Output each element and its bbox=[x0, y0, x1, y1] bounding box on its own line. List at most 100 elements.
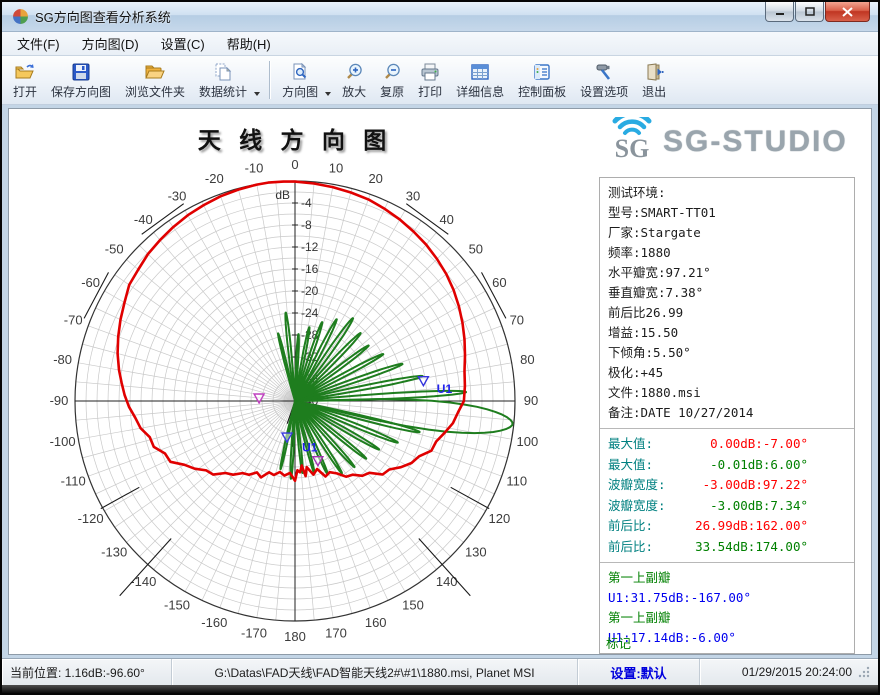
stat-row: 波瓣宽度: -3.00dB:97.22° bbox=[608, 475, 846, 496]
info-row: 增益:15.50 bbox=[608, 323, 846, 343]
svg-text:-20: -20 bbox=[301, 284, 319, 298]
save-icon bbox=[72, 61, 90, 81]
marker-label: U1 bbox=[437, 382, 453, 396]
info-row: 测试环境: bbox=[608, 183, 846, 203]
toolbar-button-details[interactable]: 详细信息 bbox=[449, 58, 511, 102]
window-title: SG方向图查看分析系统 bbox=[35, 7, 171, 26]
svg-text:30: 30 bbox=[406, 189, 420, 204]
close-button[interactable] bbox=[825, 2, 870, 22]
toolbar-label: 控制面板 bbox=[518, 83, 566, 100]
stat-label: 波瓣宽度: bbox=[608, 475, 666, 496]
info-row: 极化:+45 bbox=[608, 363, 846, 383]
stat-value: 26.99dB:162.00° bbox=[695, 516, 808, 537]
svg-text:70: 70 bbox=[510, 312, 524, 327]
svg-text:120: 120 bbox=[489, 511, 511, 526]
svg-text:10: 10 bbox=[329, 161, 343, 176]
toolbar-button-save-pattern[interactable]: 保存方向图 bbox=[44, 58, 118, 102]
toolbar: 打开 保存方向图 浏览文件夹 数据统计 方向图 bbox=[2, 56, 878, 105]
toolbar-button-options[interactable]: 设置选项 bbox=[573, 58, 635, 102]
title-bar[interactable]: SG方向图查看分析系统 bbox=[2, 2, 878, 32]
details-icon bbox=[471, 61, 489, 81]
svg-text:80: 80 bbox=[520, 352, 534, 367]
mark-label: 标记 bbox=[606, 633, 631, 652]
info-row: 文件:1880.msi bbox=[608, 383, 846, 403]
svg-text:50: 50 bbox=[469, 241, 483, 256]
svg-text:-100: -100 bbox=[50, 434, 76, 449]
svg-text:20: 20 bbox=[368, 171, 382, 186]
antenna-polar-chart[interactable]: 0102030405060708090100110120130140150160… bbox=[9, 109, 595, 654]
stat-value: -0.01dB:6.00° bbox=[710, 455, 808, 476]
options-icon bbox=[594, 61, 614, 81]
zoom-reset-icon bbox=[383, 61, 401, 81]
svg-text:-4: -4 bbox=[301, 196, 312, 210]
toolbar-button-zoom-in[interactable]: 放大 bbox=[335, 58, 373, 102]
pattern-view-dropdown-icon[interactable] bbox=[325, 92, 331, 96]
menu-file[interactable]: 文件(F) bbox=[8, 31, 69, 56]
svg-text:-150: -150 bbox=[164, 597, 190, 612]
browse-folder-icon bbox=[144, 61, 166, 81]
window-bottom-frame bbox=[2, 685, 878, 693]
svg-text:-90: -90 bbox=[50, 393, 69, 408]
stat-value: -3.00dB:7.34° bbox=[710, 496, 808, 517]
svg-text:110: 110 bbox=[506, 474, 527, 489]
print-icon bbox=[420, 61, 440, 81]
svg-text:100: 100 bbox=[517, 434, 539, 449]
svg-text:0: 0 bbox=[291, 157, 298, 172]
svg-text:-8: -8 bbox=[301, 218, 312, 232]
sidelobe-value: U1:31.75dB:-167.00° bbox=[608, 588, 846, 608]
maximize-button[interactable] bbox=[795, 2, 824, 22]
data-stats-dropdown-icon[interactable] bbox=[254, 92, 260, 96]
stat-row: 前后比: 33.54dB:174.00° bbox=[608, 537, 846, 558]
toolbar-label: 保存方向图 bbox=[51, 83, 111, 100]
exit-icon bbox=[644, 61, 664, 81]
minimize-button[interactable] bbox=[765, 2, 794, 22]
toolbar-label: 详细信息 bbox=[456, 83, 504, 100]
svg-text:-20: -20 bbox=[205, 171, 224, 186]
svg-text:SG: SG bbox=[615, 134, 650, 163]
resize-grip-icon[interactable] bbox=[858, 666, 870, 678]
toolbar-label: 数据统计 bbox=[199, 83, 247, 100]
toolbar-button-exit[interactable]: 退出 bbox=[635, 58, 673, 102]
close-icon bbox=[842, 7, 853, 17]
toolbar-button-browse-folder[interactable]: 浏览文件夹 bbox=[118, 58, 192, 102]
svg-text:90: 90 bbox=[524, 393, 538, 408]
zoom-in-icon bbox=[345, 61, 363, 81]
stat-label: 前后比: bbox=[608, 537, 653, 558]
toolbar-button-pattern-view[interactable]: 方向图 bbox=[275, 58, 325, 102]
menu-help[interactable]: 帮助(H) bbox=[218, 31, 280, 56]
stat-value: 33.54dB:174.00° bbox=[695, 537, 808, 558]
svg-text:130: 130 bbox=[465, 545, 487, 560]
svg-text:-30: -30 bbox=[168, 189, 187, 204]
toolbar-button-data-stats[interactable]: 数据统计 bbox=[192, 58, 254, 102]
toolbar-button-open[interactable]: 打开 bbox=[6, 58, 44, 102]
svg-text:-16: -16 bbox=[301, 262, 319, 276]
stat-value: -3.00dB:97.22° bbox=[703, 475, 808, 496]
pattern-view-icon bbox=[291, 61, 309, 81]
info-row: 频率:1880 bbox=[608, 243, 846, 263]
stat-label: 前后比: bbox=[608, 516, 653, 537]
menu-bar: 文件(F) 方向图(D) 设置(C) 帮助(H) bbox=[2, 32, 878, 56]
toolbar-button-reset-view[interactable]: 复原 bbox=[373, 58, 411, 102]
info-row: 水平瓣宽:97.21° bbox=[608, 263, 846, 283]
toolbar-separator bbox=[269, 61, 270, 99]
open-folder-icon bbox=[14, 61, 36, 81]
toolbar-button-control-panel[interactable]: 控制面板 bbox=[511, 58, 573, 102]
toolbar-label: 设置选项 bbox=[580, 83, 628, 100]
svg-text:-24: -24 bbox=[301, 306, 319, 320]
toolbar-button-print[interactable]: 打印 bbox=[411, 58, 449, 102]
info-row: 厂家:Stargate bbox=[608, 223, 846, 243]
sidelobe-value: U1:17.14dB:-6.00° bbox=[608, 628, 846, 648]
toolbar-label: 复原 bbox=[380, 83, 404, 100]
svg-text:-160: -160 bbox=[201, 615, 227, 630]
toolbar-label: 浏览文件夹 bbox=[125, 83, 185, 100]
toolbar-label: 退出 bbox=[642, 83, 666, 100]
maximize-icon bbox=[805, 7, 815, 16]
status-datetime: 01/29/2015 20:24:00 bbox=[700, 659, 878, 685]
menu-settings[interactable]: 设置(C) bbox=[152, 31, 214, 56]
svg-text:-140: -140 bbox=[130, 574, 156, 589]
info-panel: 测试环境: 型号:SMART-TT01 厂家:Stargate 频率:1880 … bbox=[599, 177, 855, 654]
menu-pattern[interactable]: 方向图(D) bbox=[73, 31, 148, 56]
status-settings[interactable]: 设置:默认 bbox=[578, 659, 700, 685]
info-row: 垂直瓣宽:7.38° bbox=[608, 283, 846, 303]
data-stats-icon bbox=[214, 61, 232, 81]
